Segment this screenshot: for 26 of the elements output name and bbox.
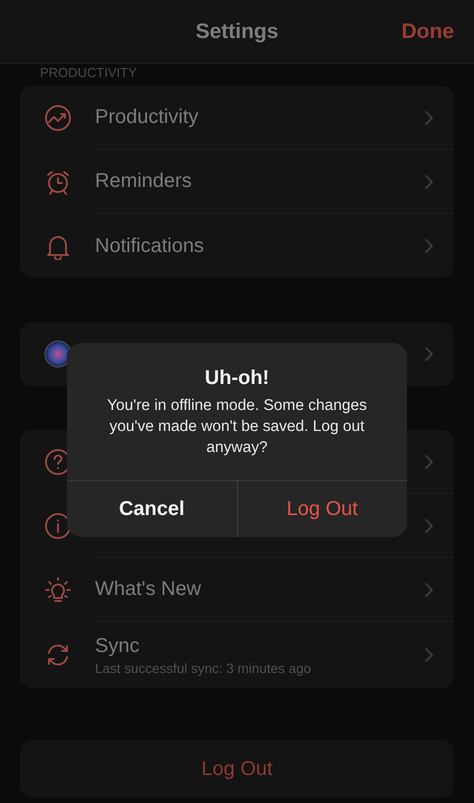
chevron-icon [424,454,434,470]
orb-icon [44,340,72,368]
done-button[interactable]: Done [278,20,454,44]
section-header: PRODUCTIVITY [39,64,138,82]
chevron-icon [424,238,434,254]
row-subtitle: Last successful sync: 3 minutes ago [95,660,312,676]
chevron-icon [424,647,434,663]
lightbulb-icon [44,576,72,604]
chevron-icon [424,518,434,534]
chevron-icon [424,174,434,190]
chevron-icon [424,110,434,126]
alert-title: Uh-oh! [204,367,270,390]
row-label: Notifications [95,234,205,258]
chevron-icon [424,582,434,598]
trend-circle-icon [44,104,72,132]
row-label: Reminders [95,170,193,193]
row-label: What's New [95,578,202,601]
row-label: Sync [95,634,140,658]
chevron-icon [424,346,434,362]
screen-title: Settings [196,20,278,44]
log-out-button[interactable]: Log Out [20,740,454,798]
row-label: Productivity [95,106,200,129]
info-circle-icon [44,512,72,540]
log-out-button[interactable]: Log Out [236,481,407,537]
alert-message: You're in offline mode. Some changes you've made won't be saved. Log out anyway? [106,396,368,458]
cancel-button[interactable]: Cancel [67,481,236,537]
